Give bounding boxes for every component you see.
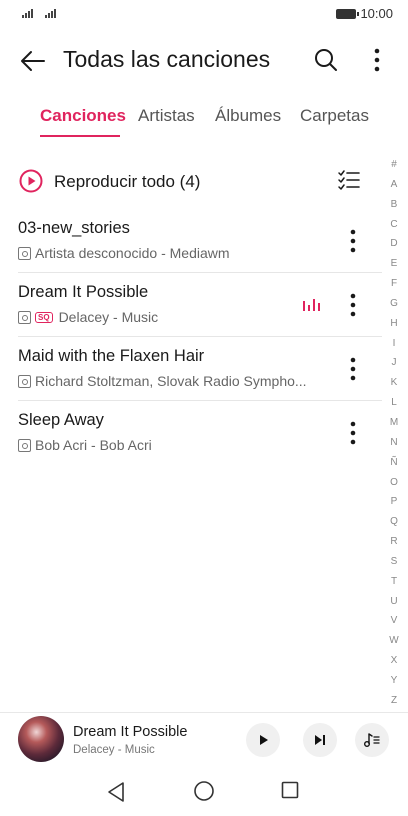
signal-icon: [45, 8, 56, 18]
index-letter[interactable]: S: [384, 552, 404, 572]
more-vert-icon[interactable]: [366, 46, 388, 74]
index-letter[interactable]: G: [384, 294, 404, 314]
song-list: 03-new_stories Artista desconocido - Med…: [0, 209, 382, 465]
index-letter[interactable]: C: [384, 215, 404, 235]
index-letter[interactable]: H: [384, 314, 404, 334]
play-all-label[interactable]: Reproducir todo (4): [54, 172, 200, 192]
play-all-row[interactable]: Reproducir todo (4): [0, 166, 380, 200]
more-vert-icon[interactable]: [342, 419, 364, 447]
mini-player-subtitle: Delacey - Music: [73, 744, 155, 756]
equalizer-icon: [303, 299, 320, 311]
page-title: Todas las canciones: [63, 46, 271, 72]
more-vert-icon[interactable]: [342, 355, 364, 383]
status-time: 10:00: [360, 6, 393, 21]
index-letter[interactable]: W: [384, 631, 404, 651]
status-bar: 10:00: [0, 0, 408, 30]
tab-carpetas[interactable]: Carpetas: [300, 106, 369, 126]
list-item[interactable]: Maid with the Flaxen Hair Richard Stoltz…: [18, 337, 382, 401]
song-title: Dream It Possible: [18, 283, 149, 301]
play-circle-icon[interactable]: [19, 169, 43, 193]
index-letter[interactable]: X: [384, 651, 404, 671]
index-letter[interactable]: Z: [384, 691, 404, 711]
play-icon: [260, 735, 268, 745]
playlist-button[interactable]: [355, 723, 389, 757]
index-letter[interactable]: D: [384, 234, 404, 254]
local-file-icon: [18, 246, 31, 260]
nav-home-icon[interactable]: [193, 780, 215, 802]
index-letter[interactable]: #: [384, 155, 404, 175]
song-title: Maid with the Flaxen Hair: [18, 347, 205, 365]
index-letter[interactable]: F: [384, 274, 404, 294]
app-header: Todas las canciones: [0, 40, 408, 82]
index-letter[interactable]: E: [384, 254, 404, 274]
index-letter[interactable]: V: [384, 611, 404, 631]
back-arrow-icon[interactable]: [18, 46, 48, 76]
song-title: Sleep Away: [18, 411, 104, 429]
nav-recent-icon[interactable]: [281, 781, 299, 799]
next-icon: [315, 735, 325, 745]
tab-bar: Canciones Artistas Álbumes Carpetas: [0, 106, 408, 140]
multi-select-icon[interactable]: [336, 168, 362, 194]
more-vert-icon[interactable]: [342, 227, 364, 255]
mini-player-title: Dream It Possible: [73, 724, 188, 740]
album-cover[interactable]: [18, 716, 64, 762]
local-file-icon: [18, 374, 31, 388]
index-letter[interactable]: M: [384, 413, 404, 433]
index-letter[interactable]: I: [384, 334, 404, 354]
list-item[interactable]: Sleep Away Bob Acri - Bob Acri: [18, 401, 382, 465]
index-letter[interactable]: B: [384, 195, 404, 215]
index-letter[interactable]: K: [384, 373, 404, 393]
system-nav-bar: [0, 768, 408, 816]
tab-albumes[interactable]: Álbumes: [215, 106, 281, 126]
next-button[interactable]: [303, 723, 337, 757]
active-tab-indicator: [40, 135, 120, 137]
play-button[interactable]: [246, 723, 280, 757]
playlist-icon: [364, 733, 380, 747]
list-item[interactable]: 03-new_stories Artista desconocido - Med…: [18, 209, 382, 273]
more-vert-icon[interactable]: [342, 291, 364, 319]
index-letter[interactable]: U: [384, 592, 404, 612]
sq-badge: SQ: [35, 311, 53, 323]
alphabet-index[interactable]: # A B C D E F G H I J K L M N Ñ O P Q R …: [384, 155, 404, 711]
battery-icon: [336, 9, 359, 19]
song-subtitle: Bob Acri - Bob Acri: [18, 437, 152, 453]
tab-canciones[interactable]: Canciones: [40, 106, 126, 126]
search-icon[interactable]: [312, 46, 340, 74]
index-letter[interactable]: O: [384, 473, 404, 493]
tab-artistas[interactable]: Artistas: [138, 106, 195, 126]
song-subtitle: SQ Delacey - Music: [18, 309, 158, 325]
index-letter[interactable]: T: [384, 572, 404, 592]
mini-player[interactable]: Dream It Possible Delacey - Music: [0, 712, 408, 768]
index-letter[interactable]: J: [384, 353, 404, 373]
index-letter[interactable]: Y: [384, 671, 404, 691]
song-subtitle: Richard Stoltzman, Slovak Radio Sympho..…: [18, 373, 307, 389]
song-title: 03-new_stories: [18, 219, 130, 237]
index-letter[interactable]: N: [384, 433, 404, 453]
signal-icon: [22, 8, 33, 18]
nav-back-icon[interactable]: [106, 781, 126, 803]
index-letter[interactable]: P: [384, 492, 404, 512]
local-file-icon: [18, 310, 31, 324]
index-letter[interactable]: Ñ: [384, 453, 404, 473]
song-subtitle: Artista desconocido - Mediawm: [18, 245, 230, 261]
index-letter[interactable]: A: [384, 175, 404, 195]
index-letter[interactable]: L: [384, 393, 404, 413]
index-letter[interactable]: Q: [384, 512, 404, 532]
index-letter[interactable]: R: [384, 532, 404, 552]
list-item[interactable]: Dream It Possible SQ Delacey - Music: [18, 273, 382, 337]
local-file-icon: [18, 438, 31, 452]
